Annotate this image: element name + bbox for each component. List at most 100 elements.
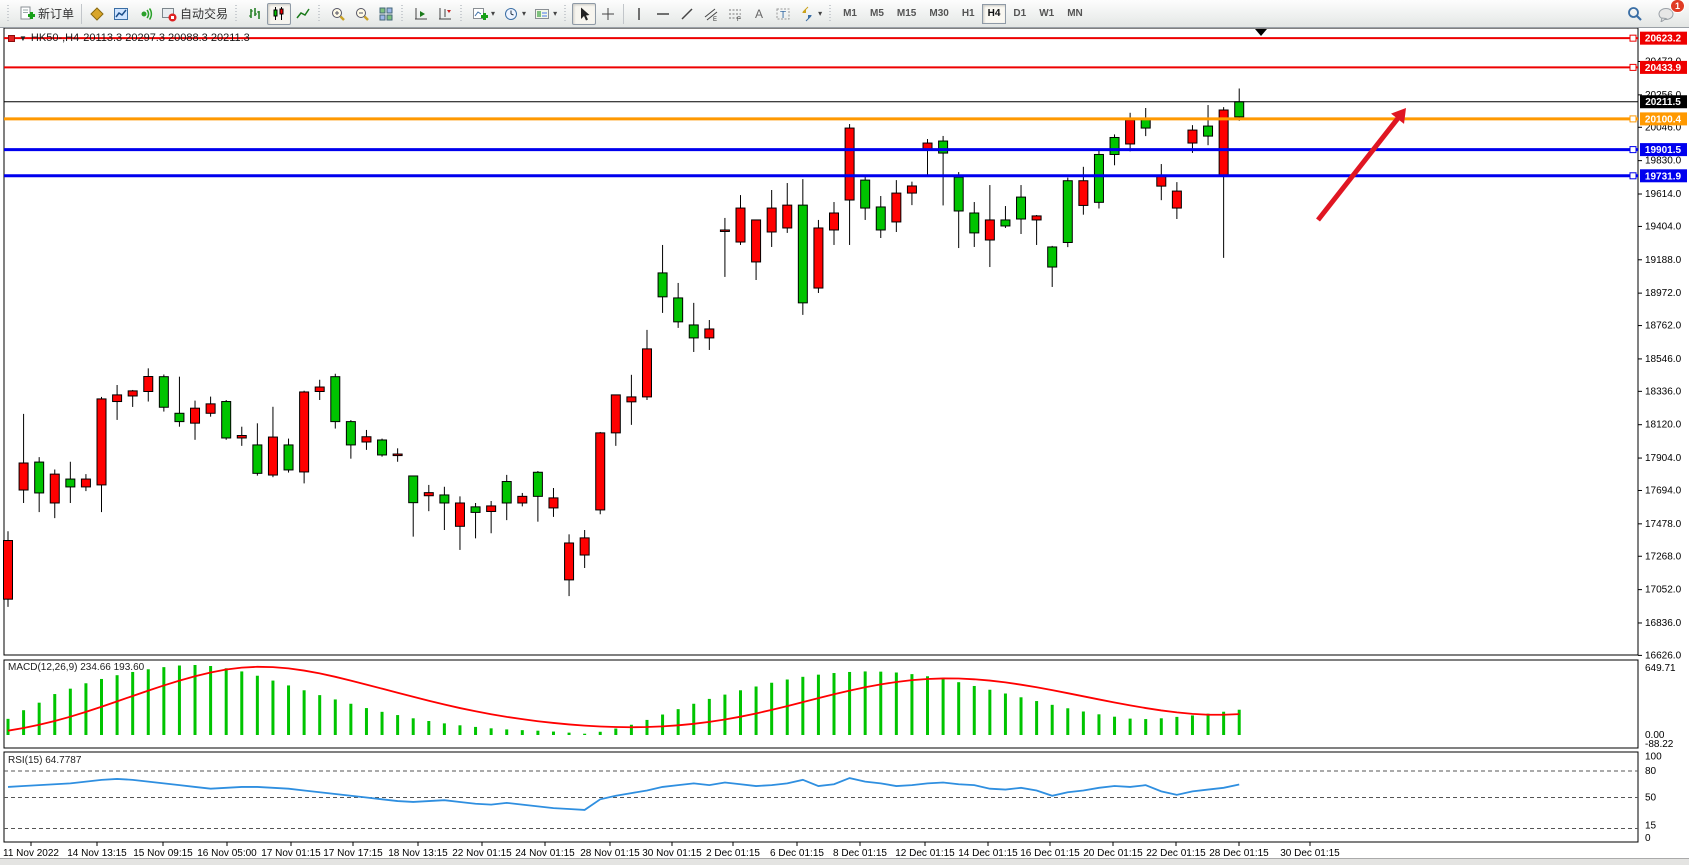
tile-windows-button[interactable] (374, 3, 398, 25)
vertical-line-icon (631, 6, 647, 22)
svg-text:18336.0: 18336.0 (1645, 386, 1682, 397)
channel-tool-button[interactable]: E (699, 3, 723, 25)
price-chart-canvas[interactable]: 20472.020256.020046.019830.019614.019404… (0, 28, 1689, 865)
timeframe-mn[interactable]: MN (1061, 4, 1089, 24)
fibonacci-tool-button[interactable]: F (723, 3, 747, 25)
new-order-icon (19, 6, 35, 22)
svg-text:T: T (780, 10, 786, 21)
signal-icon (137, 6, 153, 22)
line-anchor[interactable] (1630, 116, 1636, 122)
signals-button[interactable] (133, 3, 157, 25)
tile-windows-icon (378, 6, 394, 22)
chart-object-icon (8, 35, 15, 42)
candle-body (798, 205, 807, 303)
svg-text:16626.0: 16626.0 (1645, 650, 1682, 661)
notifications-button[interactable]: 1 (1653, 3, 1679, 25)
line-anchor[interactable] (1630, 64, 1636, 70)
candle-body (783, 205, 792, 228)
zoom-out-button[interactable] (350, 3, 374, 25)
search-button[interactable] (1622, 3, 1647, 25)
timeframe-h4[interactable]: H4 (982, 4, 1007, 24)
candle-body (487, 506, 496, 512)
svg-text:F: F (737, 17, 741, 22)
styler-button[interactable] (85, 3, 109, 25)
time-axis: 11 Nov 202214 Nov 13:1515 Nov 09:1516 No… (3, 842, 1340, 859)
autotrading-button[interactable]: 自动交易 (157, 3, 232, 25)
period-button[interactable]: ▾ (499, 3, 530, 25)
candle-body (159, 377, 168, 408)
svg-text:19404.0: 19404.0 (1645, 221, 1682, 232)
candle-body (705, 329, 714, 338)
trendline-tool-button[interactable] (675, 3, 699, 25)
timeframe-m5[interactable]: M5 (864, 4, 890, 24)
bar-chart-button[interactable] (243, 3, 267, 25)
template-button[interactable]: ▾ (530, 3, 561, 25)
candle-body (1048, 247, 1057, 267)
candle-body (1126, 120, 1135, 144)
candle-body (907, 186, 916, 193)
autotrading-label: 自动交易 (180, 5, 228, 22)
candle-body (362, 437, 371, 442)
text-tool-button[interactable]: A (747, 3, 771, 25)
line-anchor[interactable] (1630, 35, 1636, 41)
macd-scale-label: -88.22 (1645, 739, 1674, 750)
add-indicator-button[interactable]: ▾ (468, 3, 499, 25)
candle-body (767, 208, 776, 232)
candle-body (315, 387, 324, 391)
fibonacci-icon: F (727, 6, 743, 22)
candle-body (424, 493, 433, 496)
svg-text:19188.0: 19188.0 (1645, 255, 1682, 266)
rsi-scale-label: 50 (1645, 793, 1657, 804)
price-badge-label: 19731.9 (1645, 171, 1682, 182)
cursor-tool-button[interactable] (572, 3, 596, 25)
timeframe-m30[interactable]: M30 (923, 4, 954, 24)
chart-window-button[interactable] (109, 3, 133, 25)
text-label-tool-button[interactable]: T (771, 3, 795, 25)
chart-shift-button[interactable] (433, 3, 457, 25)
svg-text:19614.0: 19614.0 (1645, 189, 1682, 200)
candle-body (19, 463, 28, 490)
candle-body (752, 220, 761, 262)
macd-label: MACD(12,26,9) 234.66 193.60 (8, 662, 144, 673)
bar-chart-icon (247, 6, 263, 22)
candle-body (35, 462, 44, 493)
new-order-button[interactable]: 新订单 (15, 3, 78, 25)
symbol-timeframe: HK50-,H4 (31, 32, 79, 44)
timeframe-m15[interactable]: M15 (891, 4, 922, 24)
timeframe-m1[interactable]: M1 (837, 4, 863, 24)
candlestick-chart-button[interactable] (267, 3, 291, 25)
vline-tool-button[interactable] (627, 3, 651, 25)
timeframe-h1[interactable]: H1 (956, 4, 981, 24)
candle-body (4, 541, 13, 600)
timeframe-w1[interactable]: W1 (1033, 4, 1060, 24)
candle-body (97, 399, 106, 485)
candle-body (471, 507, 480, 513)
rsi-scale-label: 80 (1645, 766, 1657, 777)
line-anchor[interactable] (1630, 173, 1636, 179)
line-anchor[interactable] (1630, 147, 1636, 153)
timeframe-d1[interactable]: D1 (1007, 4, 1032, 24)
svg-text:17268.0: 17268.0 (1645, 551, 1682, 562)
svg-text:18972.0: 18972.0 (1645, 288, 1682, 299)
hline-tool-button[interactable] (651, 3, 675, 25)
chart-window: ▼ HK50-,H4 20113.3 20297.3 20088.3 20211… (0, 28, 1689, 858)
candle-body (689, 325, 698, 338)
candle-body (627, 397, 636, 402)
auto-scroll-button[interactable] (409, 3, 433, 25)
ohlc-readout: 20113.3 20297.3 20088.3 20211.3 (83, 32, 250, 44)
new-order-label: 新订单 (38, 5, 74, 22)
arrows-tool-button[interactable]: ▾ (795, 3, 826, 25)
add-indicator-icon (472, 6, 488, 22)
line-chart-icon (295, 6, 311, 22)
svg-text:17904.0: 17904.0 (1645, 453, 1682, 464)
candle-body (191, 408, 200, 423)
candle-body (1110, 137, 1119, 154)
candle-body (642, 349, 651, 397)
candle-body (1172, 191, 1181, 208)
crosshair-tool-button[interactable] (596, 3, 620, 25)
line-chart-button[interactable] (291, 3, 315, 25)
candle-body (1017, 197, 1026, 219)
dropdown-caret: ▾ (491, 9, 495, 18)
zoom-in-button[interactable] (326, 3, 350, 25)
svg-text:16836.0: 16836.0 (1645, 618, 1682, 629)
